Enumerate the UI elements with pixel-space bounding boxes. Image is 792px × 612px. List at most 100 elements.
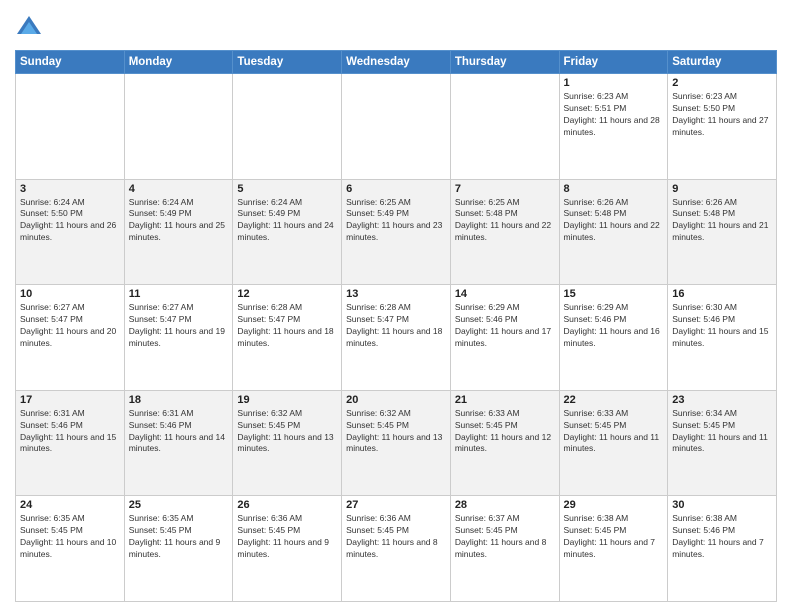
day-cell: 1 Sunrise: 6:23 AM Sunset: 5:51 PM Daylig…	[559, 74, 668, 180]
day-cell: 14 Sunrise: 6:29 AM Sunset: 5:46 PM Dayli…	[450, 285, 559, 391]
day-info: Sunrise: 6:24 AM Sunset: 5:49 PM Dayligh…	[237, 197, 337, 245]
day-info: Sunrise: 6:36 AM Sunset: 5:45 PM Dayligh…	[237, 513, 337, 561]
day-info: Sunrise: 6:26 AM Sunset: 5:48 PM Dayligh…	[564, 197, 664, 245]
day-cell: 23 Sunrise: 6:34 AM Sunset: 5:45 PM Dayli…	[668, 390, 777, 496]
header-cell-saturday: Saturday	[668, 51, 777, 74]
day-cell: 27 Sunrise: 6:36 AM Sunset: 5:45 PM Dayli…	[342, 496, 451, 602]
day-info: Sunrise: 6:37 AM Sunset: 5:45 PM Dayligh…	[455, 513, 555, 561]
day-number: 2	[672, 77, 772, 89]
day-info: Sunrise: 6:27 AM Sunset: 5:47 PM Dayligh…	[20, 302, 120, 350]
day-info: Sunrise: 6:33 AM Sunset: 5:45 PM Dayligh…	[564, 408, 664, 456]
day-info: Sunrise: 6:28 AM Sunset: 5:47 PM Dayligh…	[237, 302, 337, 350]
day-info: Sunrise: 6:33 AM Sunset: 5:45 PM Dayligh…	[455, 408, 555, 456]
calendar-table: SundayMondayTuesdayWednesdayThursdayFrid…	[15, 50, 777, 602]
day-cell: 6 Sunrise: 6:25 AM Sunset: 5:49 PM Daylig…	[342, 179, 451, 285]
page: SundayMondayTuesdayWednesdayThursdayFrid…	[0, 0, 792, 612]
day-cell: 13 Sunrise: 6:28 AM Sunset: 5:47 PM Dayli…	[342, 285, 451, 391]
header-cell-sunday: Sunday	[16, 51, 125, 74]
day-number: 22	[564, 394, 664, 406]
day-info: Sunrise: 6:23 AM Sunset: 5:50 PM Dayligh…	[672, 91, 772, 139]
day-cell: 30 Sunrise: 6:38 AM Sunset: 5:46 PM Dayli…	[668, 496, 777, 602]
day-number: 3	[20, 183, 120, 195]
day-cell	[233, 74, 342, 180]
day-cell: 25 Sunrise: 6:35 AM Sunset: 5:45 PM Dayli…	[124, 496, 233, 602]
day-cell	[124, 74, 233, 180]
day-cell: 20 Sunrise: 6:32 AM Sunset: 5:45 PM Dayli…	[342, 390, 451, 496]
day-cell: 8 Sunrise: 6:26 AM Sunset: 5:48 PM Daylig…	[559, 179, 668, 285]
logo	[15, 14, 47, 42]
day-number: 7	[455, 183, 555, 195]
day-cell	[450, 74, 559, 180]
day-cell: 18Sunrise: 6:31 AM Sunset: 5:46 PM Dayli…	[124, 390, 233, 496]
day-number: 29	[564, 499, 664, 511]
day-number: 5	[237, 183, 337, 195]
day-info: Sunrise: 6:38 AM Sunset: 5:46 PM Dayligh…	[672, 513, 772, 561]
week-row-2: 10Sunrise: 6:27 AM Sunset: 5:47 PM Dayli…	[16, 285, 777, 391]
day-number: 12	[237, 288, 337, 300]
day-info: Sunrise: 6:36 AM Sunset: 5:45 PM Dayligh…	[346, 513, 446, 561]
day-info: Sunrise: 6:35 AM Sunset: 5:45 PM Dayligh…	[129, 513, 229, 561]
day-info: Sunrise: 6:24 AM Sunset: 5:50 PM Dayligh…	[20, 197, 120, 245]
header	[15, 10, 777, 42]
header-cell-monday: Monday	[124, 51, 233, 74]
day-info: Sunrise: 6:25 AM Sunset: 5:49 PM Dayligh…	[346, 197, 446, 245]
day-number: 23	[672, 394, 772, 406]
day-cell: 9 Sunrise: 6:26 AM Sunset: 5:48 PM Daylig…	[668, 179, 777, 285]
day-number: 6	[346, 183, 446, 195]
day-number: 25	[129, 499, 229, 511]
day-cell: 28 Sunrise: 6:37 AM Sunset: 5:45 PM Dayli…	[450, 496, 559, 602]
day-info: Sunrise: 6:29 AM Sunset: 5:46 PM Dayligh…	[455, 302, 555, 350]
day-number: 21	[455, 394, 555, 406]
week-row-1: 3 Sunrise: 6:24 AM Sunset: 5:50 PM Daylig…	[16, 179, 777, 285]
day-number: 24	[20, 499, 120, 511]
day-cell: 19Sunrise: 6:32 AM Sunset: 5:45 PM Dayli…	[233, 390, 342, 496]
day-number: 15	[564, 288, 664, 300]
logo-icon	[15, 14, 43, 42]
calendar-header: SundayMondayTuesdayWednesdayThursdayFrid…	[16, 51, 777, 74]
day-info: Sunrise: 6:31 AM Sunset: 5:46 PM Dayligh…	[129, 408, 229, 456]
day-cell: 21 Sunrise: 6:33 AM Sunset: 5:45 PM Dayli…	[450, 390, 559, 496]
day-info: Sunrise: 6:38 AM Sunset: 5:45 PM Dayligh…	[564, 513, 664, 561]
day-number: 16	[672, 288, 772, 300]
day-cell: 15 Sunrise: 6:29 AM Sunset: 5:46 PM Dayli…	[559, 285, 668, 391]
week-row-0: 1 Sunrise: 6:23 AM Sunset: 5:51 PM Daylig…	[16, 74, 777, 180]
day-info: Sunrise: 6:26 AM Sunset: 5:48 PM Dayligh…	[672, 197, 772, 245]
header-cell-tuesday: Tuesday	[233, 51, 342, 74]
day-info: Sunrise: 6:35 AM Sunset: 5:45 PM Dayligh…	[20, 513, 120, 561]
day-number: 30	[672, 499, 772, 511]
day-number: 20	[346, 394, 446, 406]
day-number: 26	[237, 499, 337, 511]
day-cell	[16, 74, 125, 180]
day-number: 13	[346, 288, 446, 300]
day-info: Sunrise: 6:34 AM Sunset: 5:45 PM Dayligh…	[672, 408, 772, 456]
day-info: Sunrise: 6:24 AM Sunset: 5:49 PM Dayligh…	[129, 197, 229, 245]
day-cell: 22 Sunrise: 6:33 AM Sunset: 5:45 PM Dayli…	[559, 390, 668, 496]
day-number: 28	[455, 499, 555, 511]
day-number: 14	[455, 288, 555, 300]
header-cell-thursday: Thursday	[450, 51, 559, 74]
day-cell	[342, 74, 451, 180]
day-info: Sunrise: 6:27 AM Sunset: 5:47 PM Dayligh…	[129, 302, 229, 350]
day-number: 17	[20, 394, 120, 406]
day-number: 19	[237, 394, 337, 406]
day-cell: 3 Sunrise: 6:24 AM Sunset: 5:50 PM Daylig…	[16, 179, 125, 285]
day-number: 1	[564, 77, 664, 89]
day-cell: 24 Sunrise: 6:35 AM Sunset: 5:45 PM Dayli…	[16, 496, 125, 602]
day-number: 8	[564, 183, 664, 195]
header-cell-wednesday: Wednesday	[342, 51, 451, 74]
day-cell: 16 Sunrise: 6:30 AM Sunset: 5:46 PM Dayli…	[668, 285, 777, 391]
header-cell-friday: Friday	[559, 51, 668, 74]
day-number: 4	[129, 183, 229, 195]
day-info: Sunrise: 6:23 AM Sunset: 5:51 PM Dayligh…	[564, 91, 664, 139]
day-cell: 10Sunrise: 6:27 AM Sunset: 5:47 PM Dayli…	[16, 285, 125, 391]
day-number: 9	[672, 183, 772, 195]
day-cell: 7Sunrise: 6:25 AM Sunset: 5:48 PM Daylig…	[450, 179, 559, 285]
day-cell: 4 Sunrise: 6:24 AM Sunset: 5:49 PM Daylig…	[124, 179, 233, 285]
day-info: Sunrise: 6:31 AM Sunset: 5:46 PM Dayligh…	[20, 408, 120, 456]
day-info: Sunrise: 6:28 AM Sunset: 5:47 PM Dayligh…	[346, 302, 446, 350]
day-info: Sunrise: 6:32 AM Sunset: 5:45 PM Dayligh…	[346, 408, 446, 456]
day-info: Sunrise: 6:29 AM Sunset: 5:46 PM Dayligh…	[564, 302, 664, 350]
calendar-body: 1 Sunrise: 6:23 AM Sunset: 5:51 PM Daylig…	[16, 74, 777, 602]
day-info: Sunrise: 6:30 AM Sunset: 5:46 PM Dayligh…	[672, 302, 772, 350]
day-number: 27	[346, 499, 446, 511]
